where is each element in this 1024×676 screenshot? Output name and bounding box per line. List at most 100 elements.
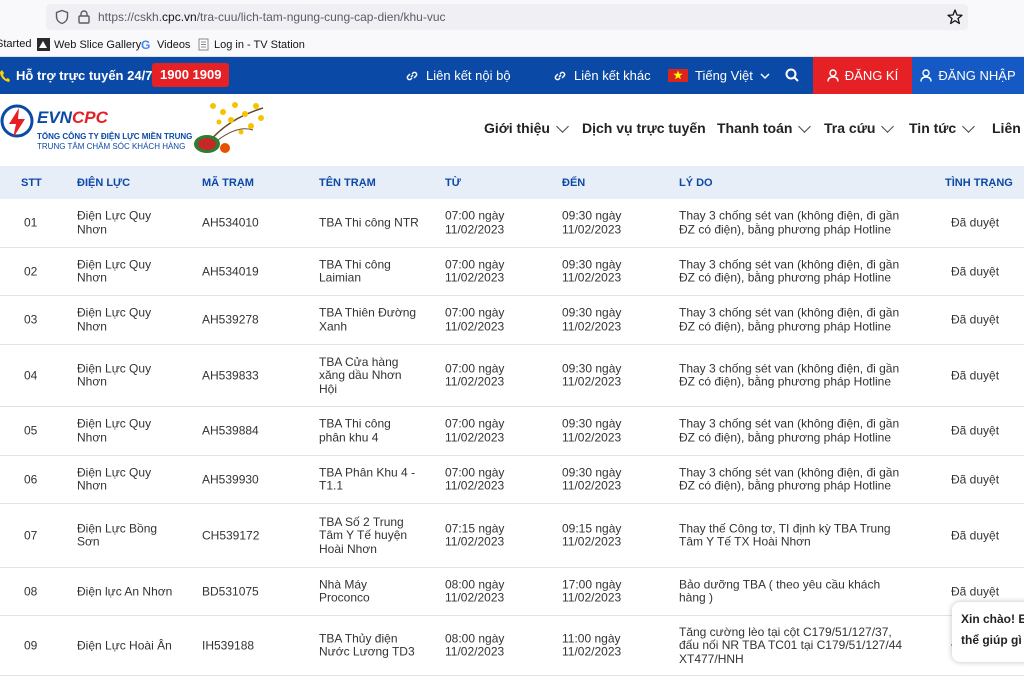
bookmark-web-slice-gallery[interactable]: Web Slice Gallery bbox=[37, 38, 141, 51]
nav-lien-he[interactable]: Liên h bbox=[992, 120, 1024, 136]
bookmark-tv-station[interactable]: Log in - TV Station bbox=[197, 38, 305, 51]
register-button[interactable]: ĐĂNG KÍ bbox=[813, 57, 912, 94]
column-header-tu[interactable]: TỪ bbox=[445, 177, 461, 189]
cell-den: 09:30 ngày 11/02/2023 bbox=[562, 416, 622, 445]
cell-tu: 07:00 ngày 11/02/2023 bbox=[445, 465, 505, 493]
url-text[interactable]: https://cskh.cpc.vn/tra-cuu/lich-tam-ngu… bbox=[98, 10, 446, 24]
cell-ly-do-line: Thay thế Công tơ, TI định kỳ TBA Trung bbox=[679, 521, 891, 535]
cell-ma-tram: AH534019 bbox=[202, 263, 259, 278]
cell-tu-line: 07:00 ngày bbox=[445, 305, 505, 320]
browser-toolbar: https://cskh.cpc.vn/tra-cuu/lich-tam-ngu… bbox=[0, 0, 1024, 34]
tet-decoration-image bbox=[194, 102, 264, 153]
cell-dien-luc: Điện Lực Hoài Ân bbox=[77, 638, 172, 653]
nav-thanh-toan[interactable]: Thanh toán bbox=[717, 119, 812, 136]
chevron-down-icon bbox=[760, 72, 770, 79]
bookmark-star-icon[interactable] bbox=[946, 8, 964, 26]
cell-dien-luc-line: Nhơn bbox=[77, 374, 107, 389]
cell-tu-line: 07:00 ngày bbox=[445, 361, 505, 375]
cell-ma-tram: IH539188 bbox=[202, 637, 255, 652]
column-header-dien-luc[interactable]: ĐIỆN LỰC bbox=[77, 177, 130, 189]
nav-gioi-thieu[interactable]: Giới thiệu bbox=[484, 119, 569, 136]
cell-den-line: 11/02/2023 bbox=[562, 374, 622, 389]
cell-ly-do-line: Thay 3 chống sét van (không điện, đi gần bbox=[679, 416, 900, 431]
table-row[interactable]: 01 Điện Lực Quy Nhơn AH534010 TBA Thi công N… bbox=[0, 199, 1024, 248]
cell-dien-luc-line: Điện Lực Quy bbox=[77, 208, 152, 223]
column-header-ten-tram[interactable]: TÊN TRẠM bbox=[319, 177, 376, 189]
cell-tu-line: 11/02/2023 bbox=[445, 319, 505, 333]
cell-den-line: 11/02/2023 bbox=[562, 590, 622, 605]
cell-dien-luc-line: Nhơn bbox=[77, 430, 107, 444]
evncpc-logo[interactable]: EVNCPC TỔNG CÔNG TY ĐIỆN LỰC MIỀN TRUNG … bbox=[0, 100, 192, 160]
cell-ly-do-line: Bảo dưỡng TBA ( theo yêu cầu khách bbox=[679, 577, 881, 591]
cell-tinh-trang: Đã duyệt bbox=[951, 583, 1000, 598]
cell-dien-luc-line: Nhơn bbox=[77, 222, 107, 236]
cell-den: 17:00 ngày 11/02/2023 bbox=[562, 577, 622, 605]
cell-tu-line: 11/02/2023 bbox=[445, 478, 505, 493]
column-header-ma-tram[interactable]: MÃ TRẠM bbox=[202, 177, 254, 189]
table-row[interactable]: 02 Điện Lực Quy Nhơn AH534019 TBA Thi công La… bbox=[0, 248, 1024, 296]
cell-ma-tram: AH539884 bbox=[202, 423, 259, 438]
table-row[interactable]: 08 Điện lực An Nhơn BD531075 Nhà Máy Proconc… bbox=[0, 568, 1024, 616]
table-row[interactable]: 04 Điện Lực Quy Nhơn AH539833 TBA Cửa hàng xă… bbox=[0, 345, 1024, 407]
lock-icon[interactable] bbox=[76, 9, 92, 25]
user-icon bbox=[920, 69, 933, 82]
cell-den-line: 09:30 ngày bbox=[562, 361, 622, 375]
table-row[interactable]: 09 Điện Lực Hoài Ân IH539188 TBA Thủy điện N… bbox=[0, 616, 1024, 676]
cell-ly-do: Thay 3 chống sét van (không điện, đi gần… bbox=[679, 465, 899, 493]
column-header-stt[interactable]: STT bbox=[21, 177, 42, 189]
login-button[interactable]: ĐĂNG NHẬP bbox=[912, 57, 1024, 94]
column-header-tinh-trang[interactable]: TÌNH TRẠNG bbox=[945, 177, 1013, 189]
phone-icon bbox=[0, 69, 10, 82]
cell-ten-tram: TBA Phân Khu 4 - T1.1 bbox=[319, 465, 415, 493]
cell-dien-luc: Điện Lực Quy Nhơn bbox=[77, 306, 151, 334]
cell-ten-tram-line: TBA Thủy điện bbox=[319, 631, 398, 645]
cell-tu: 07:00 ngày 11/02/2023 bbox=[445, 305, 505, 334]
hotline-number[interactable]: 1900 1909 bbox=[152, 63, 230, 87]
table-row[interactable]: 07 Điện Lực Bồng Sơn CH539172 TBA Số 2 Trung… bbox=[0, 504, 1024, 568]
cell-den: 09:30 ngày 11/02/2023 bbox=[562, 257, 621, 285]
cell-tu-line: 11/02/2023 bbox=[445, 270, 505, 285]
cell-ten-tram-line: Nhà Máy bbox=[319, 577, 368, 591]
cell-dien-luc-line: Nhơn bbox=[77, 478, 107, 493]
cell-ly-do-line: Tăng cường lèo tại cột C179/51/127/37, bbox=[679, 624, 892, 639]
link-icon bbox=[554, 71, 566, 80]
nav-tin-tuc[interactable]: Tin tức bbox=[909, 119, 976, 136]
table-row[interactable]: 03 Điện Lực Quy Nhơn AH539278 TBA Thiên Đườn… bbox=[0, 296, 1024, 345]
cell-dien-luc: Điện Lực Quy Nhơn bbox=[77, 208, 152, 237]
cell-den-line: 09:30 ngày bbox=[562, 305, 622, 320]
column-header-den[interactable]: ĐẾN bbox=[562, 177, 585, 189]
cell-tinh-trang: Đã duyệt bbox=[951, 423, 1000, 438]
cell-tu-line: 07:00 ngày bbox=[445, 465, 505, 479]
table-row[interactable]: 06 Điện Lực Quy Nhơn AH539930 TBA Phân Khu 4… bbox=[0, 456, 1024, 504]
cell-ten-tram-line: T1.1 bbox=[319, 478, 344, 493]
shield-icon[interactable] bbox=[54, 9, 70, 25]
column-header-ly-do[interactable]: LÝ DO bbox=[679, 177, 713, 189]
cell-ly-do: Thay thế Công tơ, TI định kỳ TBA Trung Tâ… bbox=[679, 521, 891, 549]
cell-den-line: 11/02/2023 bbox=[562, 430, 622, 444]
cell-tinh-trang: Đã duyệt bbox=[951, 527, 1000, 542]
bookmark-started[interactable]: Started bbox=[0, 38, 31, 50]
cell-ly-do-line: hàng ) bbox=[679, 590, 714, 605]
nav-tra-cuu[interactable]: Tra cứu bbox=[824, 119, 895, 136]
language-selector[interactable]: Tiếng Việt bbox=[668, 68, 770, 83]
cell-den-line: 11/02/2023 bbox=[562, 534, 622, 549]
other-links[interactable]: Liên kết khác bbox=[553, 68, 651, 83]
cell-ly-do: Thay 3 chống sét van (không điện, đi gần… bbox=[679, 257, 899, 285]
nav-dich-vu-truc-tuyen[interactable]: Dịch vụ trực tuyến bbox=[582, 120, 706, 136]
internal-links[interactable]: Liên kết nội bộ bbox=[405, 68, 511, 83]
cell-ly-do-line: ĐZ có điện), bằng phương pháp Hotline bbox=[679, 430, 892, 444]
cell-den-line: 09:15 ngày bbox=[562, 521, 622, 535]
chat-widget[interactable]: Xin chào! EV thể giúp gì c bbox=[952, 602, 1024, 662]
cell-stt: 09 bbox=[24, 637, 38, 652]
cell-dien-luc-line: Điện Lực Quy bbox=[77, 257, 152, 271]
table-row[interactable]: 05 Điện Lực Quy Nhơn AH539884 TBA Thi công ph… bbox=[0, 407, 1024, 456]
cell-ten-tram: TBA Thi công NTR bbox=[319, 216, 419, 230]
search-icon[interactable] bbox=[785, 68, 799, 82]
cell-ten-tram-line: xăng dầu Nhơn bbox=[319, 367, 402, 382]
cell-ten-tram-line: phân khu 4 bbox=[319, 430, 379, 444]
cell-ly-do-line: ĐZ có điện), bằng phương pháp Hotline bbox=[679, 374, 892, 389]
bookmark-videos[interactable]: G Videos bbox=[140, 38, 190, 51]
cell-den-line: 09:30 ngày bbox=[562, 416, 622, 431]
cell-dien-luc-line: Điện Lực Quy bbox=[77, 361, 152, 375]
cell-tu-line: 11/02/2023 bbox=[445, 534, 505, 549]
